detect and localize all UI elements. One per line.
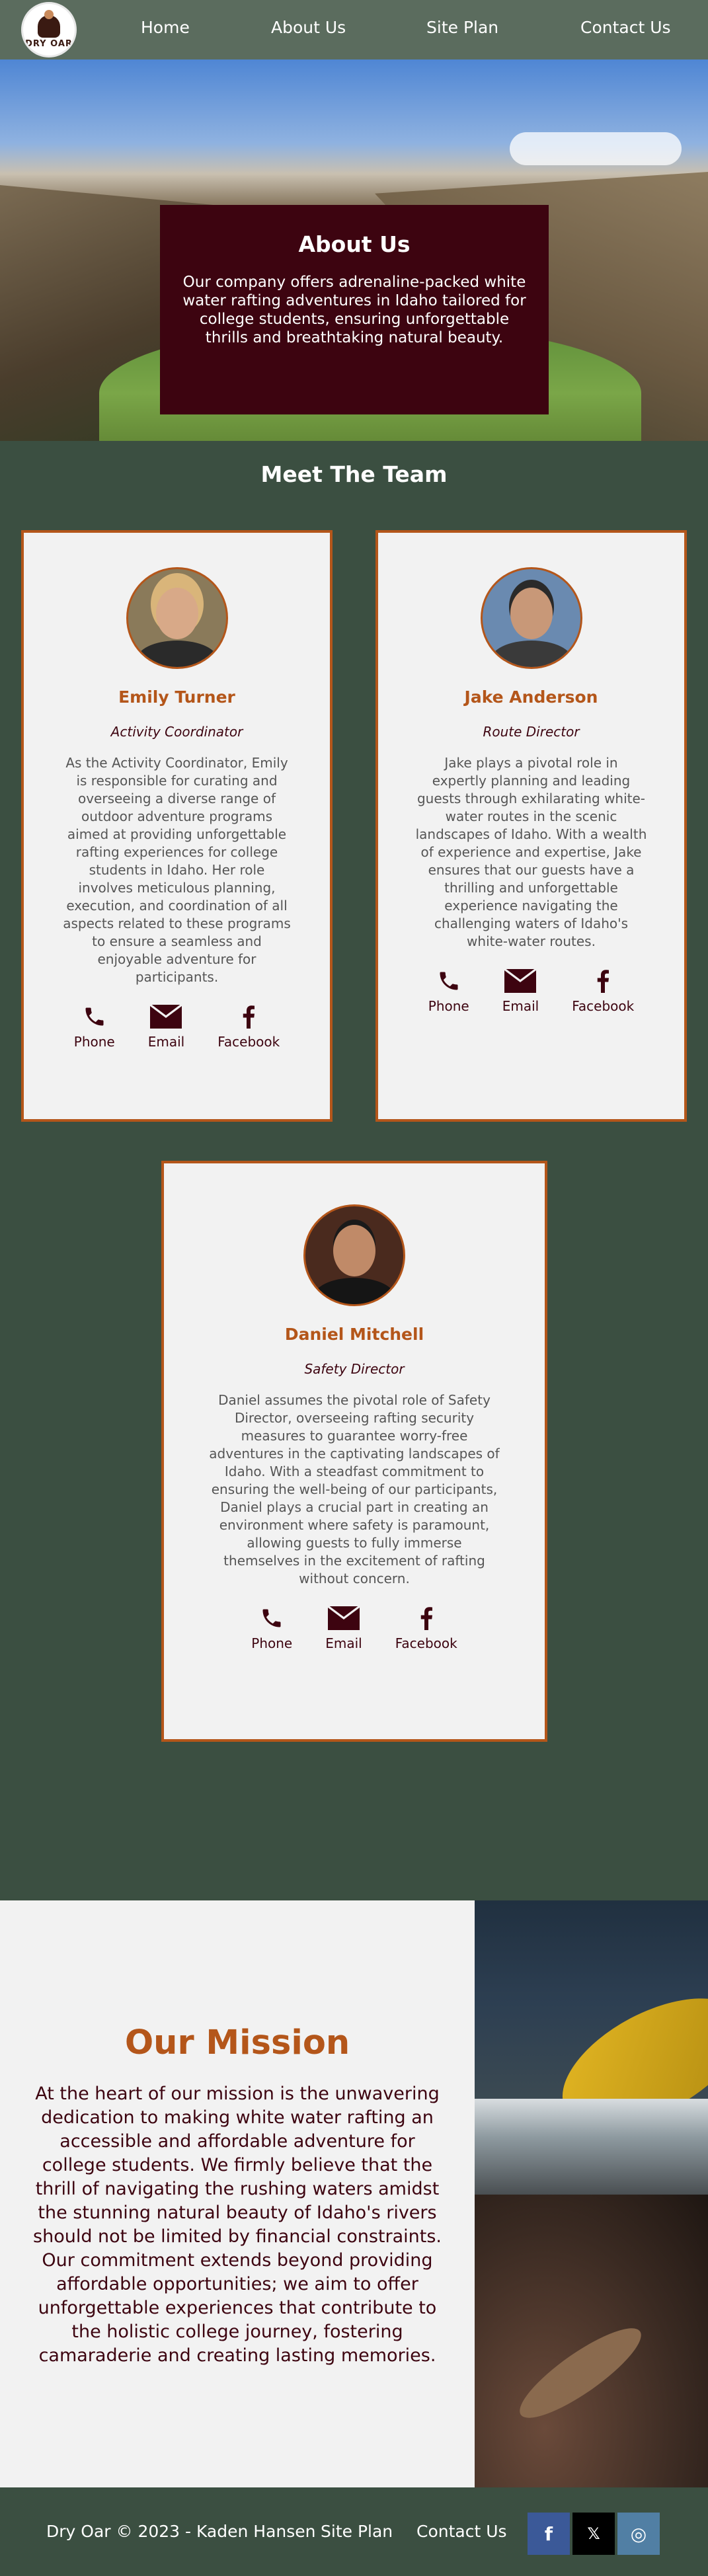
facebook-label: Facebook — [217, 1034, 280, 1050]
hero-banner: About Us Our company offers adrenaline-p… — [0, 59, 708, 441]
member-role: Safety Director — [304, 1361, 405, 1377]
phone-label: Phone — [428, 998, 469, 1014]
logo-figure-icon — [38, 9, 60, 38]
mission-text: At the heart of our mission is the unwav… — [33, 2084, 442, 2366]
footer-copyright: Dry Oar © 2023 - Kaden Hansen — [46, 2522, 316, 2541]
facebook-label: Facebook — [395, 1635, 457, 1651]
facebook-icon — [420, 1607, 432, 1630]
member-bio: Daniel assumes the pivotal role of Safet… — [209, 1392, 500, 1586]
hero-about-box: About Us Our company offers adrenaline-p… — [160, 205, 549, 414]
email-label: Email — [502, 998, 539, 1014]
avatar-head — [510, 588, 553, 639]
member-bio: As the Activity Coordinator, Emily is re… — [63, 755, 291, 985]
contact-links: Phone Email Facebook — [164, 1606, 545, 1651]
contact-links: Phone Email Facebook — [24, 1005, 330, 1050]
phone-link[interactable]: Phone — [74, 1005, 115, 1050]
water-splash — [475, 2099, 708, 2195]
avatar — [303, 1204, 405, 1306]
avatar — [480, 567, 582, 669]
avatar-head — [155, 588, 198, 639]
team-card-emily: Emily Turner Activity Coordinator As the… — [21, 530, 333, 1122]
phone-link[interactable]: Phone — [251, 1606, 292, 1651]
email-label: Email — [325, 1635, 362, 1651]
facebook-link[interactable]: Facebook — [217, 1005, 280, 1050]
site-footer: Dry Oar © 2023 - Kaden Hansen Site Plan … — [0, 2487, 708, 2576]
contact-links: Phone Email Facebook — [378, 969, 684, 1014]
avatar — [126, 567, 228, 669]
x-icon[interactable]: 𝕏 — [572, 2513, 615, 2555]
member-name: Jake Anderson — [464, 687, 598, 707]
footer-link-contact-us[interactable]: Contact Us — [416, 2522, 507, 2541]
facebook-link[interactable]: Facebook — [395, 1606, 457, 1651]
phone-icon — [262, 1609, 281, 1627]
site-logo[interactable]: DRY OAR — [21, 2, 77, 58]
lizard-shape — [509, 2315, 652, 2431]
phone-label: Phone — [251, 1635, 293, 1651]
phone-icon — [85, 1007, 104, 1026]
email-icon — [149, 1005, 183, 1029]
footer-link-site-plan[interactable]: Site Plan — [321, 2522, 393, 2541]
mission-title: Our Mission — [124, 2023, 350, 2062]
nav-link-home[interactable]: Home — [141, 18, 190, 37]
email-link[interactable]: Email — [502, 969, 539, 1014]
phone-label: Phone — [73, 1034, 115, 1050]
lizard-image — [475, 2195, 708, 2487]
avatar-head — [333, 1225, 375, 1276]
nav-link-site-plan[interactable]: Site Plan — [426, 18, 498, 37]
kayak-paddle-image — [475, 1900, 708, 2195]
phone-icon — [440, 972, 458, 990]
mission-section: Our Mission At the heart of our mission … — [0, 1900, 475, 2487]
hero-text: Our company offers adrenaline-packed whi… — [182, 274, 526, 346]
hero-cloud — [510, 132, 682, 165]
phone-link[interactable]: Phone — [428, 969, 469, 1014]
facebook-icon — [243, 1005, 255, 1029]
hero-title: About Us — [298, 231, 411, 257]
nav-link-contact-us[interactable]: Contact Us — [580, 18, 671, 37]
email-link[interactable]: Email — [147, 1005, 185, 1050]
facebook-label: Facebook — [572, 998, 635, 1014]
facebook-icon — [597, 970, 610, 993]
instagram-icon[interactable]: ◎ — [617, 2513, 660, 2555]
email-icon — [504, 969, 537, 993]
member-bio: Jake plays a pivotal role in expertly pl… — [415, 755, 647, 949]
top-nav: DRY OAR Home About Us Site Plan Contact … — [0, 0, 708, 59]
email-label: Email — [147, 1034, 185, 1050]
facebook-link[interactable]: Facebook — [572, 969, 634, 1014]
email-link[interactable]: Email — [325, 1606, 362, 1651]
member-role: Route Director — [483, 724, 580, 740]
team-heading: Meet The Team — [260, 461, 448, 487]
member-name: Emily Turner — [118, 687, 235, 707]
facebook-icon[interactable]: f — [528, 2513, 570, 2555]
team-card-jake: Jake Anderson Route Director Jake plays … — [375, 530, 687, 1122]
member-name: Daniel Mitchell — [284, 1325, 424, 1344]
email-icon — [327, 1606, 360, 1630]
avatar-body — [136, 641, 218, 667]
logo-text: DRY OAR — [25, 38, 73, 49]
member-role: Activity Coordinator — [110, 724, 243, 740]
team-card-daniel: Daniel Mitchell Safety Director Daniel a… — [161, 1161, 547, 1742]
nav-link-about-us[interactable]: About Us — [271, 18, 346, 37]
avatar-body — [490, 641, 572, 667]
avatar-body — [313, 1278, 395, 1304]
